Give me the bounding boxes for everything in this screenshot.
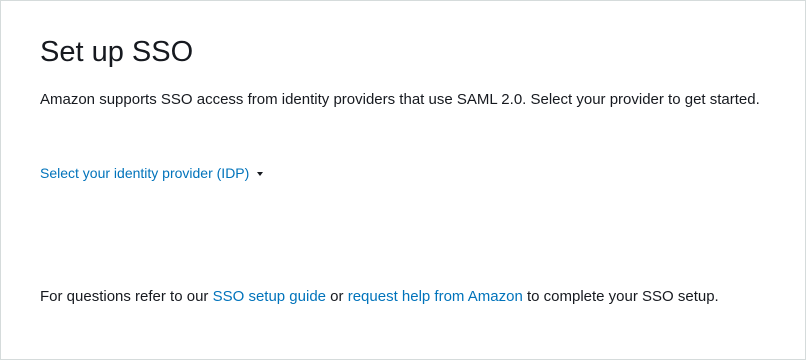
help-text-suffix: to complete your SSO setup. <box>522 288 719 305</box>
sso-setup-guide-link[interactable]: SSO setup guide <box>213 288 326 305</box>
idp-select-label: Select your identity provider (IDP) <box>40 165 250 181</box>
help-text: For questions refer to our SSO setup gui… <box>40 287 780 307</box>
page-title: Set up SSO <box>40 36 194 68</box>
sso-description: Amazon supports SSO access from identity… <box>40 91 760 108</box>
idp-select-dropdown[interactable]: Select your identity provider (IDP) <box>40 163 264 183</box>
sso-setup-panel: Set up SSO Amazon supports SSO access fr… <box>0 0 806 360</box>
help-text-prefix: For questions refer to our <box>40 288 213 305</box>
caret-down-icon <box>257 171 264 176</box>
request-help-link[interactable]: request help from Amazon <box>348 288 523 305</box>
help-text-middle: or <box>326 288 348 305</box>
